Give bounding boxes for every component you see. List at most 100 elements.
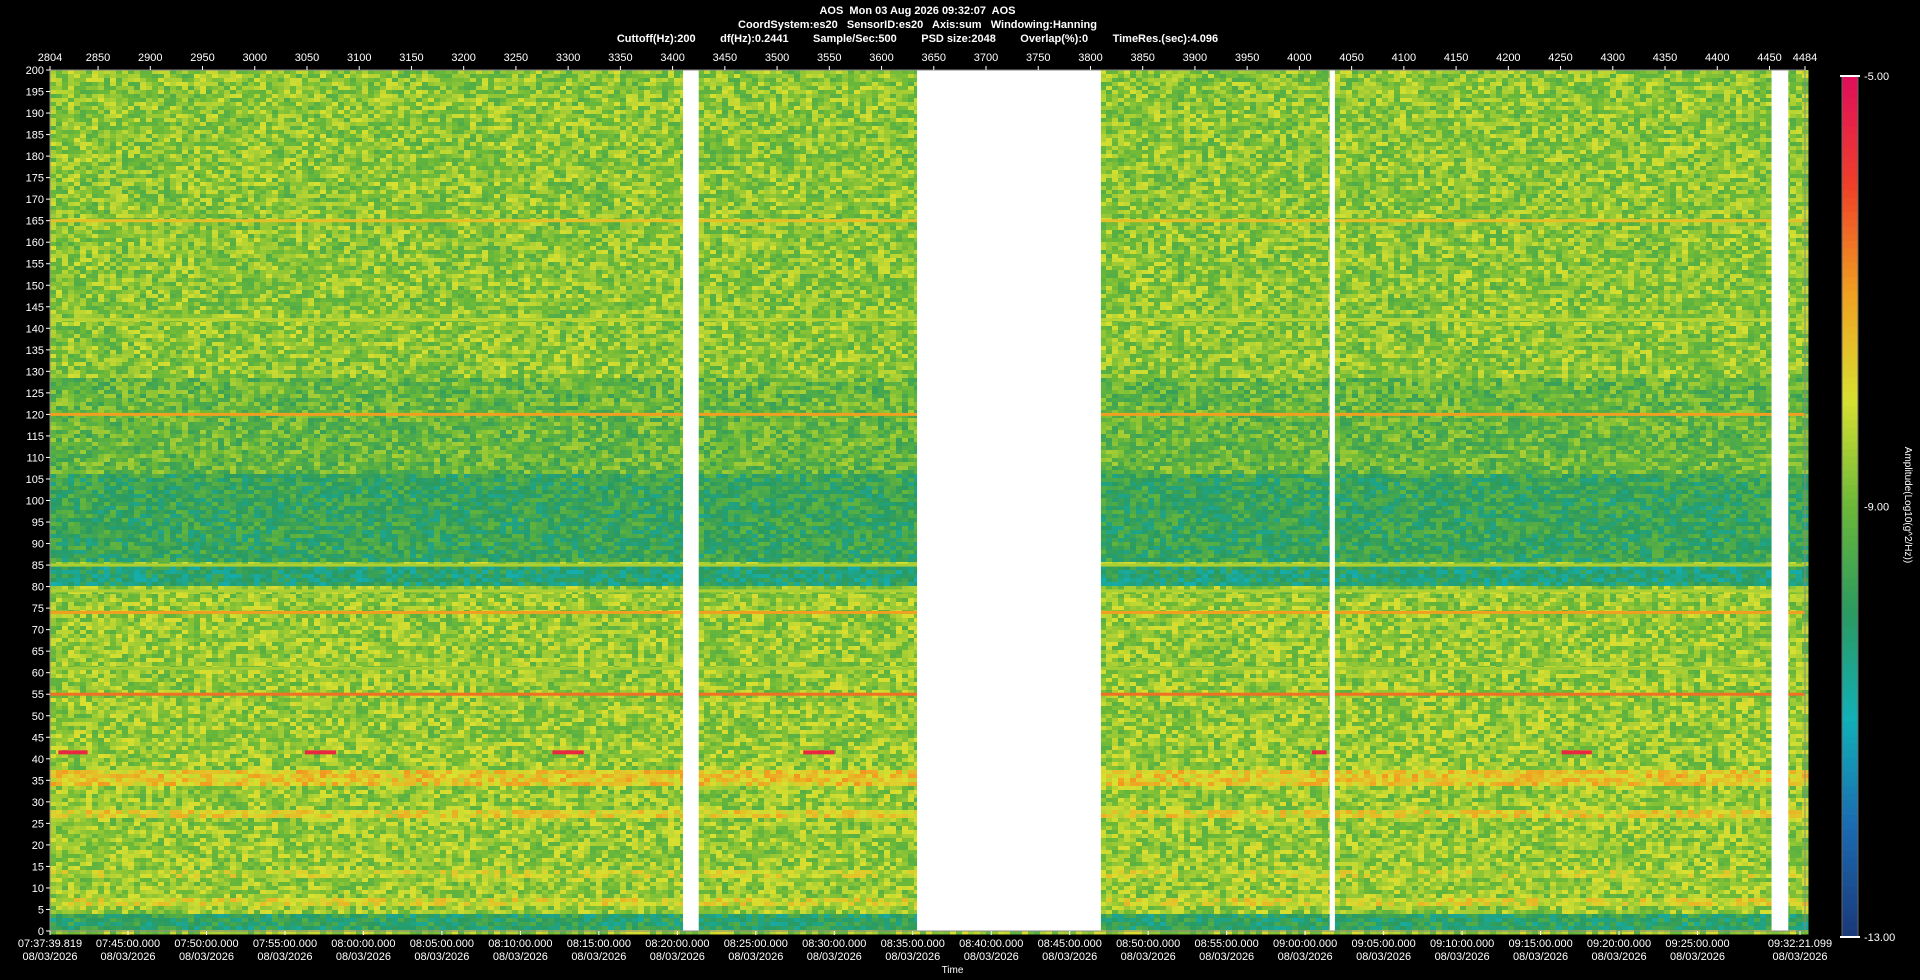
y-tick-label: 40: [32, 754, 44, 766]
top-tick-label: 3450: [713, 52, 737, 64]
time-tick-label: 09:00:00.000: [1273, 938, 1337, 950]
y-tick-label: 125: [26, 388, 44, 400]
event-mark: [1562, 750, 1592, 754]
y-tick-label: 175: [26, 173, 44, 185]
time-tick-date: 08/03/2026: [1042, 951, 1097, 963]
y-tick-label: 190: [26, 108, 44, 120]
top-tick-label: 3200: [451, 52, 475, 64]
top-tick-label: 3350: [608, 52, 632, 64]
colorbar-label: Amplitude(Log10(g^2/Hz)): [1902, 447, 1913, 563]
y-tick-label: 130: [26, 366, 44, 378]
top-tick-label: 3650: [922, 52, 946, 64]
event-mark: [552, 750, 583, 754]
time-tick-label: 09:32:21.099: [1768, 938, 1832, 950]
y-tick-label: 160: [26, 237, 44, 249]
top-tick-label: 4350: [1653, 52, 1677, 64]
time-tick-label: 08:35:00.000: [881, 938, 945, 950]
top-tick-label: 2900: [138, 52, 162, 64]
y-tick-label: 80: [32, 582, 44, 594]
colorbar-mid-label: -9.00: [1864, 502, 1889, 514]
event-mark: [305, 750, 336, 754]
y-tick-label: 120: [26, 409, 44, 421]
y-tick-label: 35: [32, 775, 44, 787]
time-tick-date: 08/03/2026: [493, 951, 548, 963]
top-tick-label: 3750: [1026, 52, 1050, 64]
top-tick-label: 4300: [1601, 52, 1625, 64]
y-tick-label: 15: [32, 861, 44, 873]
time-tick-label: 08:05:00.000: [410, 938, 474, 950]
time-tick-date: 08/03/2026: [179, 951, 234, 963]
time-tick-date: 08/03/2026: [414, 951, 469, 963]
top-tick-label: 3000: [243, 52, 267, 64]
time-tick-date: 08/03/2026: [22, 951, 77, 963]
y-tick-label: 20: [32, 840, 44, 852]
y-tick-label: 70: [32, 625, 44, 637]
top-tick-label: 4250: [1548, 52, 1572, 64]
event-mark: [1312, 750, 1327, 754]
y-tick-label: 105: [26, 474, 44, 486]
y-tick-label: 140: [26, 323, 44, 335]
data-gap: [1330, 70, 1335, 931]
top-tick-label: 4450: [1757, 52, 1781, 64]
y-tick-label: 180: [26, 151, 44, 163]
top-tick-label: 3800: [1078, 52, 1102, 64]
time-tick-date: 08/03/2026: [1121, 951, 1176, 963]
time-tick-label: 09:25:00.000: [1665, 938, 1729, 950]
time-tick-date: 08/03/2026: [336, 951, 391, 963]
y-tick-label: 50: [32, 711, 44, 723]
top-tick-label: 3900: [1183, 52, 1207, 64]
y-tick-label: 10: [32, 883, 44, 895]
y-tick-label: 25: [32, 818, 44, 830]
time-tick-date: 08/03/2026: [257, 951, 312, 963]
time-tick-date: 08/03/2026: [807, 951, 862, 963]
time-tick-label: 09:20:00.000: [1587, 938, 1651, 950]
top-tick-label: 4484: [1793, 52, 1817, 64]
top-tick-label: 3050: [295, 52, 319, 64]
time-tick-date: 08/03/2026: [650, 951, 705, 963]
top-tick-label: 2950: [190, 52, 214, 64]
time-tick-date: 08/03/2026: [100, 951, 155, 963]
data-gap: [683, 70, 699, 931]
y-tick-label: 145: [26, 302, 44, 314]
y-tick-label: 165: [26, 216, 44, 228]
y-tick-label: 75: [32, 603, 44, 615]
time-tick-label: 09:15:00.000: [1508, 938, 1572, 950]
top-tick-label: 3600: [869, 52, 893, 64]
time-tick-label: 08:30:00.000: [802, 938, 866, 950]
top-tick-label: 3950: [1235, 52, 1259, 64]
time-tick-date: 08/03/2026: [1772, 951, 1827, 963]
top-tick-label: 3850: [1130, 52, 1154, 64]
x-axis-label: Time: [942, 965, 964, 976]
time-tick-label: 07:37:39.819: [18, 938, 82, 950]
y-tick-label: 155: [26, 259, 44, 271]
event-mark: [803, 750, 834, 754]
spectrogram-chart: 2804 2850 2900 2950 3000 3050 3100 3150 3200 3250…: [0, 0, 1920, 980]
time-tick-label: 08:40:00.000: [959, 938, 1023, 950]
time-tick-date: 08/03/2026: [571, 951, 626, 963]
time-tick-label: 07:45:00.000: [96, 938, 160, 950]
top-tick-label: 4050: [1339, 52, 1363, 64]
time-tick-date: 08/03/2026: [1670, 951, 1725, 963]
top-tick-label: 3550: [817, 52, 841, 64]
time-tick-date: 08/03/2026: [885, 951, 940, 963]
time-tick-label: 08:20:00.000: [645, 938, 709, 950]
event-mark: [58, 750, 87, 754]
time-tick-date: 08/03/2026: [1356, 951, 1411, 963]
y-tick-label: 65: [32, 646, 44, 658]
data-gap: [917, 70, 1101, 931]
y-tick-label: 5: [38, 904, 44, 916]
y-tick-label: 0: [38, 926, 44, 938]
time-tick-date: 08/03/2026: [1435, 951, 1490, 963]
time-tick-label: 08:55:00.000: [1195, 938, 1259, 950]
y-tick-label: 90: [32, 539, 44, 551]
y-tick-label: 200: [26, 65, 44, 77]
y-tick-label: 60: [32, 668, 44, 680]
y-tick-label: 110: [26, 452, 44, 464]
time-tick-label: 08:15:00.000: [567, 938, 631, 950]
top-tick-label: 4200: [1496, 52, 1520, 64]
top-tick-label: 3300: [556, 52, 580, 64]
y-tick-label: 170: [26, 194, 44, 206]
top-tick-label: 3400: [660, 52, 684, 64]
top-tick-label: 4100: [1392, 52, 1416, 64]
top-tick-label: 3150: [399, 52, 423, 64]
